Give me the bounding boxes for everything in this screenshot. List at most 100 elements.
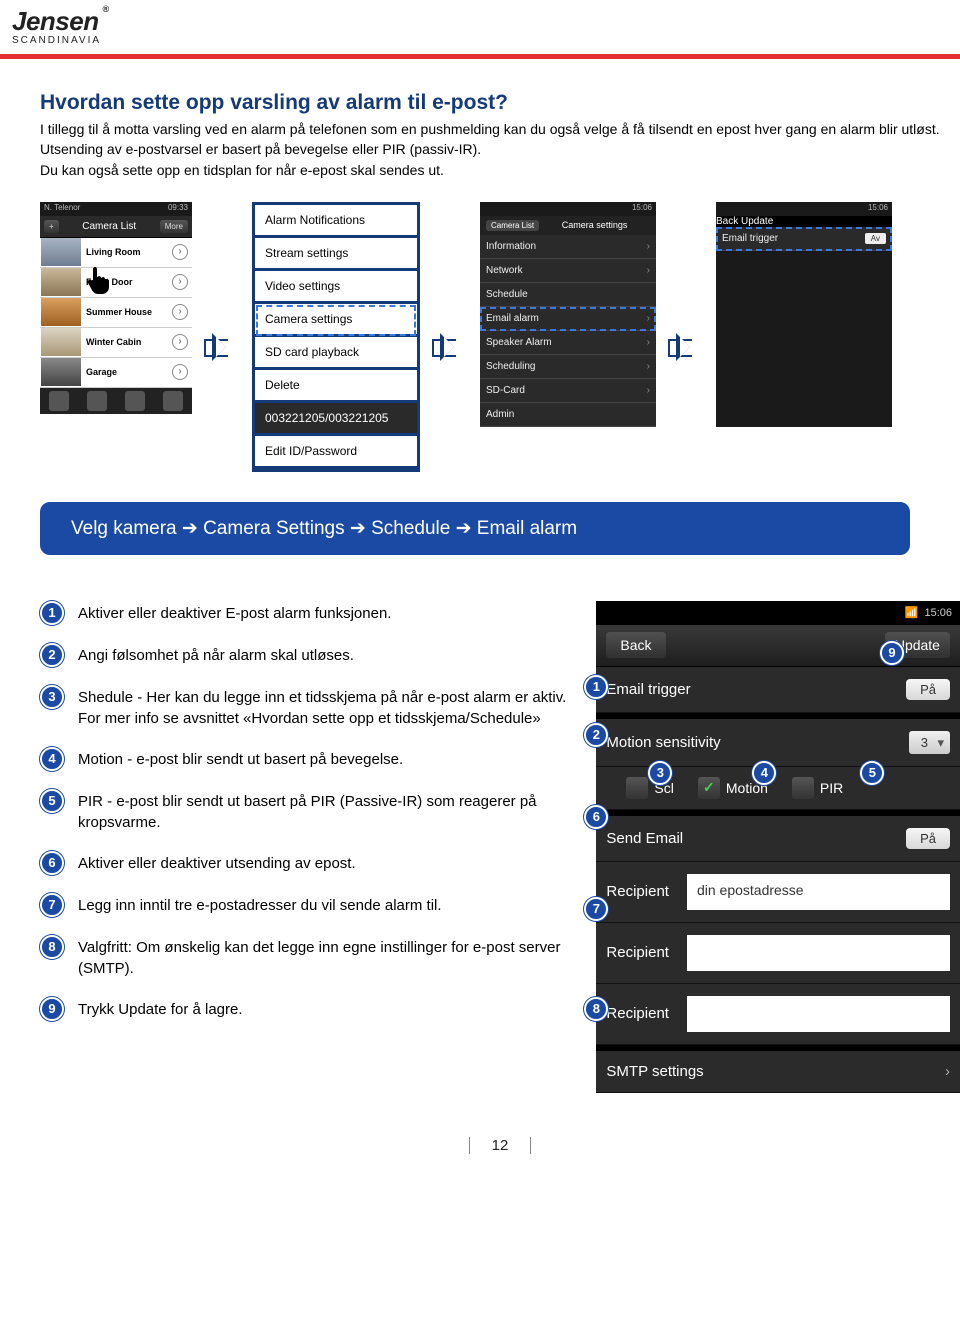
phone-email-trigger-large: 📶 15:06 Back Update Email trigger På Mot…	[596, 601, 960, 1093]
menu-item[interactable]: Video settings	[255, 271, 417, 304]
breadcrumb-strip: Velg kamera ➔ Camera Settings ➔ Schedule…	[40, 502, 910, 555]
back-button[interactable]: Back	[716, 216, 738, 227]
step-text: Legg inn inntil tre e-postadresser du vi…	[78, 893, 578, 916]
more-button[interactable]: More	[160, 220, 188, 233]
back-button[interactable]: Back	[606, 632, 665, 658]
thumb	[41, 328, 81, 356]
header-bar: Jensen SCANDINAVIA	[0, 0, 960, 48]
chevron-icon: ›	[945, 1063, 950, 1080]
recipient-input[interactable]: din epostadresse	[687, 874, 950, 910]
camera-name: Garage	[82, 367, 172, 377]
page-number: 12	[40, 1137, 960, 1166]
phone-camera-list: N. Telenor 09:33 + Camera List More Livi…	[40, 202, 192, 414]
menu-item[interactable]: Delete	[255, 370, 417, 403]
menu-item-id: 003221205/003221205	[255, 403, 417, 436]
row-label: Email trigger	[606, 681, 690, 698]
menu-item[interactable]: Stream settings	[255, 238, 417, 271]
checkbox-label: PIR	[820, 780, 843, 796]
chevron-icon: ›	[172, 304, 188, 320]
carrier: N. Telenor	[44, 203, 80, 215]
hand-pointer-icon	[84, 264, 116, 296]
steps-list: 1Aktiver eller deaktiver E-post alarm fu…	[40, 601, 578, 1093]
chevron-icon: ›	[172, 364, 188, 380]
flow-arrow-icon	[202, 333, 242, 361]
footer-icon[interactable]	[163, 391, 183, 411]
footer-icon[interactable]	[87, 391, 107, 411]
step-text: PIR - e-post blir sendt ut basert på PIR…	[78, 789, 578, 833]
settings-row[interactable]: Speaker Alarm›	[480, 331, 656, 355]
menu-item[interactable]: Alarm Notifications	[255, 205, 417, 238]
step-bubble: 2	[40, 643, 64, 667]
smtp-row[interactable]: SMTP settings ›	[596, 1051, 960, 1093]
chevron-icon: ›	[172, 274, 188, 290]
footer-icon[interactable]	[49, 391, 69, 411]
checkbox-motion[interactable]: ✓	[698, 777, 720, 799]
settings-row[interactable]: Information›	[480, 235, 656, 259]
menu-list: Alarm Notifications Stream settings Vide…	[252, 202, 420, 472]
status-bar: 15:06	[480, 202, 656, 216]
menu-item-camera-settings[interactable]: Camera settings	[255, 304, 417, 337]
add-button[interactable]: +	[44, 220, 59, 233]
email-trigger-row[interactable]: Email triggerAv	[716, 227, 892, 251]
row-label: SMTP settings	[606, 1063, 703, 1080]
status-bar: 📶 15:06	[596, 601, 960, 625]
email-trigger-row: Email trigger På	[596, 667, 960, 713]
menu-item[interactable]: SD card playback	[255, 337, 417, 370]
phone-header: Back Update	[716, 216, 892, 227]
list-item[interactable]: Front Door ›	[40, 268, 192, 298]
step-bubble: 8	[40, 935, 64, 959]
menu-item[interactable]: Edit ID/Password	[255, 436, 417, 469]
thumb	[41, 268, 81, 296]
list-item[interactable]: Summer House ›	[40, 298, 192, 328]
list-item[interactable]: Living Room ›	[40, 238, 192, 268]
intro-text: I tillegg til å motta varsling ved en al…	[40, 119, 960, 180]
checkbox-schedule[interactable]	[626, 777, 648, 799]
settings-row[interactable]: Scheduling›	[480, 355, 656, 379]
step-bubble: 7	[40, 893, 64, 917]
page-title: Hvordan sette opp varsling av alarm til …	[40, 91, 960, 115]
list-item[interactable]: Winter Cabin ›	[40, 328, 192, 358]
settings-row[interactable]: SD-Card›	[480, 379, 656, 403]
phone-header: + Camera List More	[40, 216, 192, 238]
camera-name: Winter Cabin	[82, 337, 172, 347]
chevron-icon: ›	[172, 334, 188, 350]
phone-camera-settings: 15:06 Camera List Camera settings Inform…	[480, 202, 656, 427]
update-button[interactable]: Update	[741, 216, 773, 227]
thumb	[41, 298, 81, 326]
flow-row: N. Telenor 09:33 + Camera List More Livi…	[40, 202, 960, 472]
status-bar: 15:06	[716, 202, 892, 216]
thumb	[41, 238, 81, 266]
phone-title: Camera List	[82, 221, 136, 232]
phone-header: Camera List Camera settings	[480, 216, 656, 235]
settings-row[interactable]: Network›	[480, 259, 656, 283]
chevron-icon: ›	[172, 244, 188, 260]
settings-row-email-alarm[interactable]: Email alarm›	[480, 307, 656, 331]
back-button[interactable]: Camera List	[486, 220, 539, 231]
flow-arrow-icon	[430, 333, 470, 361]
camera-name: Living Room	[82, 247, 172, 257]
row-label: Recipient	[606, 883, 669, 900]
list-item[interactable]: Garage ›	[40, 358, 192, 388]
step-text: Trykk Update for å lagre.	[78, 997, 578, 1020]
step-bubble: 6	[40, 851, 64, 875]
settings-row[interactable]: Schedule	[480, 283, 656, 307]
phone-header: Back Update	[596, 625, 960, 667]
row-label: Motion sensitivity	[606, 734, 720, 751]
logo-sub: SCANDINAVIA	[12, 35, 948, 46]
thumb	[41, 358, 81, 386]
checkbox-pir[interactable]	[792, 777, 814, 799]
sensitivity-select[interactable]: 3	[909, 731, 950, 754]
footer-icon[interactable]	[125, 391, 145, 411]
toggle[interactable]: På	[906, 828, 950, 849]
recipient-input[interactable]	[687, 996, 950, 1032]
step-bubble: 9	[40, 997, 64, 1021]
step-text: Angi følsomhet på når alarm skal utløses…	[78, 643, 578, 666]
settings-row[interactable]: Admin	[480, 403, 656, 427]
row-label: Recipient	[606, 1005, 669, 1022]
step-text: Aktiver eller deaktiver E-post alarm fun…	[78, 601, 578, 624]
recipient-row: Recipient	[596, 923, 960, 984]
breadcrumb-text: Velg kamera ➔ Camera Settings ➔ Schedule…	[71, 517, 879, 540]
toggle[interactable]: På	[906, 679, 950, 700]
recipient-input[interactable]	[687, 935, 950, 971]
status-bar: N. Telenor 09:33	[40, 202, 192, 216]
